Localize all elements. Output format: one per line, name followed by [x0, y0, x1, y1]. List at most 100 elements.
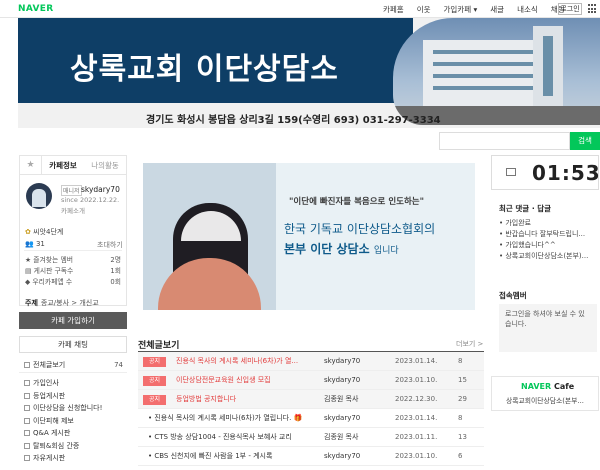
cafe-level[interactable]: ✿ 씨앗4단계 — [25, 227, 63, 237]
cafe-wordmark: Cafe — [553, 382, 575, 391]
post-views: 6 — [458, 452, 463, 460]
table-row[interactable]: 공지 등업방법 공지합니다 김종원 목사 2022.12.30. 29 — [138, 390, 484, 409]
online-members-box: 로그인을 하셔야 보실 수 있습니다. — [499, 304, 597, 352]
tab-my-activity[interactable]: 나의활동 — [84, 156, 126, 174]
board-icon — [24, 455, 30, 461]
menu-label: 탈퇴&회심 간증 — [33, 441, 80, 450]
sidebar-item-testimony[interactable]: 탈퇴&회심 간증 — [19, 440, 127, 453]
list-item[interactable]: • 상록교회이단상담소(본부)... — [499, 251, 594, 262]
post-subject[interactable]: • 진용식 목사의 계시록 세미나(6차)가 열립니다. 🎁 — [148, 409, 318, 428]
notice-badge: 공지 — [143, 395, 166, 405]
sidebar-item-qna[interactable]: Q&A 게시판 — [19, 427, 127, 440]
manager-avatar[interactable] — [26, 183, 52, 209]
post-author[interactable]: 김종원 목사 — [324, 390, 358, 409]
stat-row: ▤ 게시판 구독수 1회 — [25, 265, 121, 275]
recent-comments-list: • 가입완료 • 반갑습니다 잘부탁드립니... • 가입했습니다^^ • 상록… — [499, 218, 594, 262]
hero-line2-main: 본부 이단 상담소 — [284, 242, 370, 256]
board-icon — [24, 392, 30, 399]
post-views: 15 — [458, 376, 467, 384]
board-title[interactable]: 전체글보기 — [138, 338, 179, 351]
list-item[interactable]: • 가입했습니다^^ — [499, 240, 594, 251]
naver-cafe-logo: NAVER Cafe — [521, 382, 574, 391]
sidebar-item-level-up[interactable]: 등업게시판 — [19, 390, 127, 403]
cafe-intro-link[interactable]: 카페소개 — [61, 205, 85, 215]
post-subject[interactable]: 이단상담전문교육원 신입생 모집 — [176, 371, 316, 390]
table-row[interactable]: • CTS 방송 상담1004 - 진용식목사 보혜사 교리 김종원 목사 20… — [138, 428, 484, 447]
post-subject[interactable]: 진용식 목사의 계시록 세미나(6차)가 열... — [176, 352, 316, 371]
post-author[interactable]: skydary70 — [324, 352, 360, 371]
post-views: 13 — [458, 433, 467, 441]
stat-label-text: 게시판 구독수 — [33, 267, 74, 275]
apps-grid-icon[interactable] — [588, 4, 598, 14]
post-author[interactable]: 김종원 목사 — [324, 428, 358, 447]
online-members-title: 접속멤버 — [499, 291, 527, 300]
sidebar-item-all-posts[interactable]: 전체글보기 74 — [19, 358, 127, 373]
banner-title: 상록교회 이단상담소 — [70, 52, 339, 87]
star-icon: ★ — [25, 256, 32, 264]
board-icon — [24, 430, 30, 436]
nav-my-news[interactable]: 내소식 — [511, 4, 545, 15]
list-item[interactable]: • 가입완료 — [499, 218, 594, 229]
member-count[interactable]: 👥 31 — [25, 240, 45, 248]
cafe-search-input[interactable] — [439, 132, 570, 150]
manager-name[interactable]: skydary70 — [81, 185, 120, 194]
theme-value[interactable]: 종교/봉사 > 개신교 — [41, 299, 99, 307]
main-hero-image[interactable]: "이단에 빠진자를 복음으로 인도하는" 한국 기독교 이단상담소협회의 본부 … — [143, 163, 475, 310]
table-row[interactable]: 공지 이단상담전문교육원 신입생 모집 skydary70 2023.01.10… — [138, 371, 484, 390]
tab-cafe-info[interactable]: 카페정보 — [42, 156, 84, 174]
list-item[interactable]: • 반갑습니다 잘부탁드립니... — [499, 229, 594, 240]
banner-address: 경기도 화성시 봉담읍 상리3길 159(수영리 693) 031-297-33… — [146, 115, 441, 126]
naver-logo[interactable]: NAVER — [18, 4, 53, 14]
clock-time: 01:53 — [532, 161, 600, 185]
stat-value: 0회 — [110, 278, 121, 286]
post-date: 2022.12.30. — [395, 395, 438, 403]
cafe-chat-button[interactable]: 카페 채팅 — [19, 336, 127, 353]
sidebar-item-counsel-request[interactable]: 이단상담을 신청합니다! — [19, 402, 127, 415]
post-subject-text: CBS 신천지에 빠진 사람을 1부 - 계시록 — [154, 452, 273, 460]
post-subject[interactable]: • CBS 신천지에 빠진 사람을 1부 - 계시록 — [148, 447, 318, 466]
table-row[interactable]: • CBS 신천지에 빠진 사람을 1부 - 계시록 skydary70 202… — [138, 447, 484, 466]
post-author[interactable]: skydary70 — [324, 409, 360, 428]
table-row[interactable]: 공지 진용식 목사의 계시록 세미나(6차)가 열... skydary70 2… — [138, 352, 484, 371]
menu-label: 전체글보기 — [33, 361, 66, 369]
notice-badge: 공지 — [143, 376, 166, 386]
nav-cafe-home[interactable]: 카페홈 — [377, 4, 411, 15]
board-icon — [24, 417, 30, 424]
post-date: 2023.01.11. — [395, 433, 438, 441]
board-icon — [24, 380, 30, 386]
stat-label: ◆ 우리카페앱 수 — [25, 276, 72, 286]
notice-badge: 공지 — [143, 357, 166, 367]
board-icon — [24, 405, 30, 411]
app-icon: ◆ — [25, 278, 31, 286]
menu-label: 자유게시판 — [33, 454, 66, 462]
naver-cafe-app-box[interactable]: NAVER Cafe 상록교회이단상담소(본부... — [491, 376, 599, 411]
post-author[interactable]: skydary70 — [324, 371, 360, 390]
nav-joined-cafes[interactable]: 가입카페 ▾ — [438, 4, 485, 15]
table-row[interactable]: • 진용식 목사의 계시록 세미나(6차)가 열립니다. 🎁 skydary70… — [138, 409, 484, 428]
stat-value: 1회 — [110, 267, 121, 275]
post-subject[interactable]: • CTS 방송 상담1004 - 진용식목사 보혜사 교리 — [148, 428, 318, 447]
sidebar-item-damage-report[interactable]: 이단피해 제보 — [19, 415, 127, 428]
post-date: 2023.01.14. — [395, 357, 438, 365]
divider — [24, 250, 122, 251]
nav-new-posts[interactable]: 새글 — [484, 4, 511, 15]
search-button[interactable]: 검색 — [570, 132, 600, 150]
login-button[interactable]: 로그인 — [558, 3, 582, 15]
more-link[interactable]: 더보기 > — [456, 339, 483, 349]
sidebar-item-free-board[interactable]: 자유게시판 — [19, 452, 127, 465]
post-author[interactable]: skydary70 — [324, 447, 360, 466]
board-icon: ▤ — [25, 267, 32, 275]
menu-label: 가입인사 — [33, 379, 59, 387]
star-icon[interactable]: ★ — [20, 156, 42, 174]
nav-neighbors[interactable]: 이웃 — [411, 4, 438, 15]
sidebar-item-greetings[interactable]: 가입인사 — [19, 377, 127, 390]
invite-link[interactable]: 초대하기 — [97, 240, 123, 250]
cafe-banner[interactable]: 상록교회 이단상담소 경기도 화성시 봉담읍 상리3길 159(수영리 693)… — [18, 18, 600, 128]
hero-line1: 한국 기독교 이단상담소협회의 — [284, 222, 436, 236]
post-date: 2023.01.10. — [395, 376, 438, 384]
post-subject-text: CTS 방송 상담1004 - 진용식목사 보혜사 교리 — [154, 433, 292, 441]
manager-badge: 매니저 — [61, 185, 82, 196]
join-cafe-button[interactable]: 카페 가입하기 — [19, 312, 127, 329]
recent-comments-title: 최근 댓글 · 답글 — [499, 204, 552, 213]
post-subject[interactable]: 등업방법 공지합니다 — [176, 390, 316, 409]
